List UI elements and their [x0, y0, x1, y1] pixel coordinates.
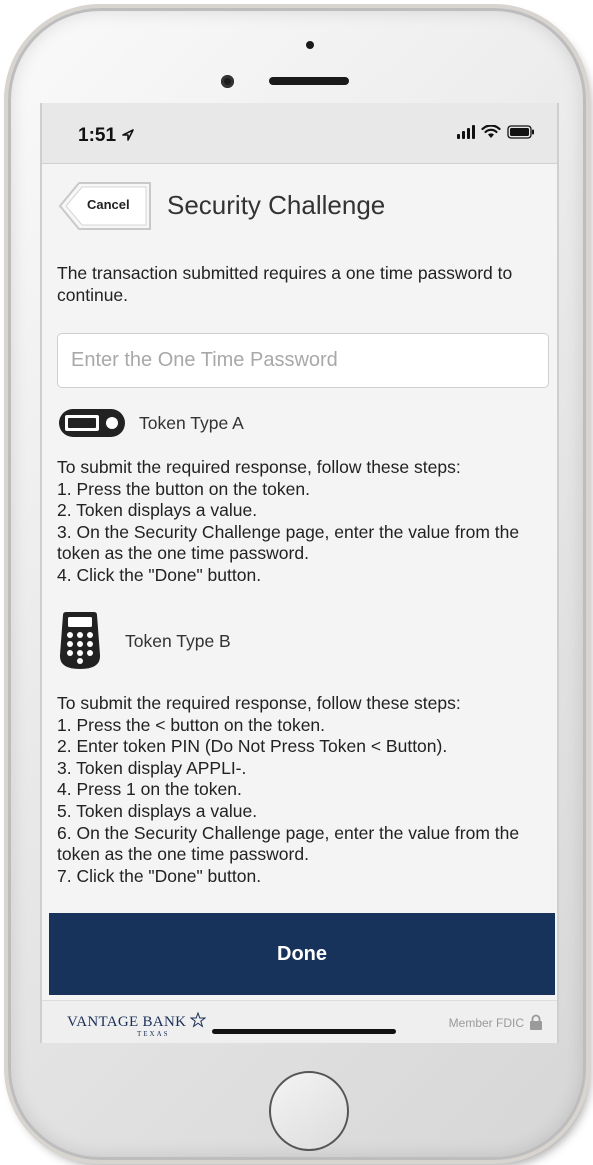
token-type-b-header: Token Type B — [57, 611, 231, 671]
home-button[interactable] — [269, 1071, 349, 1151]
token-type-a-steps: To submit the required response, follow … — [57, 457, 553, 587]
step-line: 4. Press 1 on the token. — [57, 779, 242, 800]
lock-icon — [530, 1014, 542, 1030]
keypad-token-icon — [59, 612, 101, 669]
step-line: 3. On the Security Challenge page, enter… — [57, 521, 520, 564]
step-line: 1. Press the < button on the token. — [57, 714, 326, 735]
token-type-a-header: Token Type A — [57, 405, 244, 441]
step-line: 2. Token displays a value. — [57, 500, 258, 521]
battery-icon — [507, 125, 534, 139]
footer: VANTAGE BANK TEXAS Member FDIC — [42, 1000, 557, 1043]
cellular-signal-icon — [457, 125, 475, 139]
page-header: Cancel Security Challenge — [57, 178, 385, 232]
step-line: To submit the required response, follow … — [57, 457, 461, 477]
token-type-b-steps: To submit the required response, follow … — [57, 693, 553, 887]
status-time: 1:51 — [78, 125, 135, 147]
earpiece-speaker — [269, 77, 349, 85]
done-button[interactable]: Done — [49, 913, 555, 995]
screen: 1:51 Cancel Security Challenge The trans… — [40, 103, 559, 1043]
bank-logo: VANTAGE BANK TEXAS — [67, 1011, 207, 1038]
cancel-button[interactable]: Cancel — [57, 180, 153, 230]
fdic-notice: Member FDIC — [449, 1014, 543, 1031]
intro-text: The transaction submitted requires a one… — [57, 263, 513, 305]
page-title: Security Challenge — [167, 189, 386, 220]
cancel-label: Cancel — [87, 197, 130, 212]
step-line: 3. Token display APPLI-. — [57, 757, 247, 778]
location-arrow-icon — [122, 129, 135, 141]
step-line: 1. Press the button on the token. — [57, 478, 310, 499]
step-line: To submit the required response, follow … — [57, 693, 461, 713]
key-fob-token-icon — [59, 409, 125, 437]
front-camera-icon — [221, 75, 234, 88]
step-line: 7. Click the "Done" button. — [57, 865, 262, 886]
status-icons — [457, 125, 535, 139]
step-line: 5. Token displays a value. — [57, 800, 258, 821]
star-icon — [189, 1011, 207, 1028]
token-type-b-label: Token Type B — [125, 630, 231, 651]
step-line: 2. Enter token PIN (Do Not Press Token <… — [57, 736, 448, 757]
step-line: 4. Click the "Done" button. — [57, 564, 262, 585]
wifi-icon — [481, 125, 501, 138]
status-bar: 1:51 — [42, 103, 557, 164]
proximity-sensor — [306, 41, 314, 49]
otp-input[interactable] — [57, 333, 549, 388]
step-line: 6. On the Security Challenge page, enter… — [57, 822, 520, 865]
token-type-a-label: Token Type A — [139, 412, 244, 433]
home-indicator[interactable] — [212, 1029, 396, 1034]
